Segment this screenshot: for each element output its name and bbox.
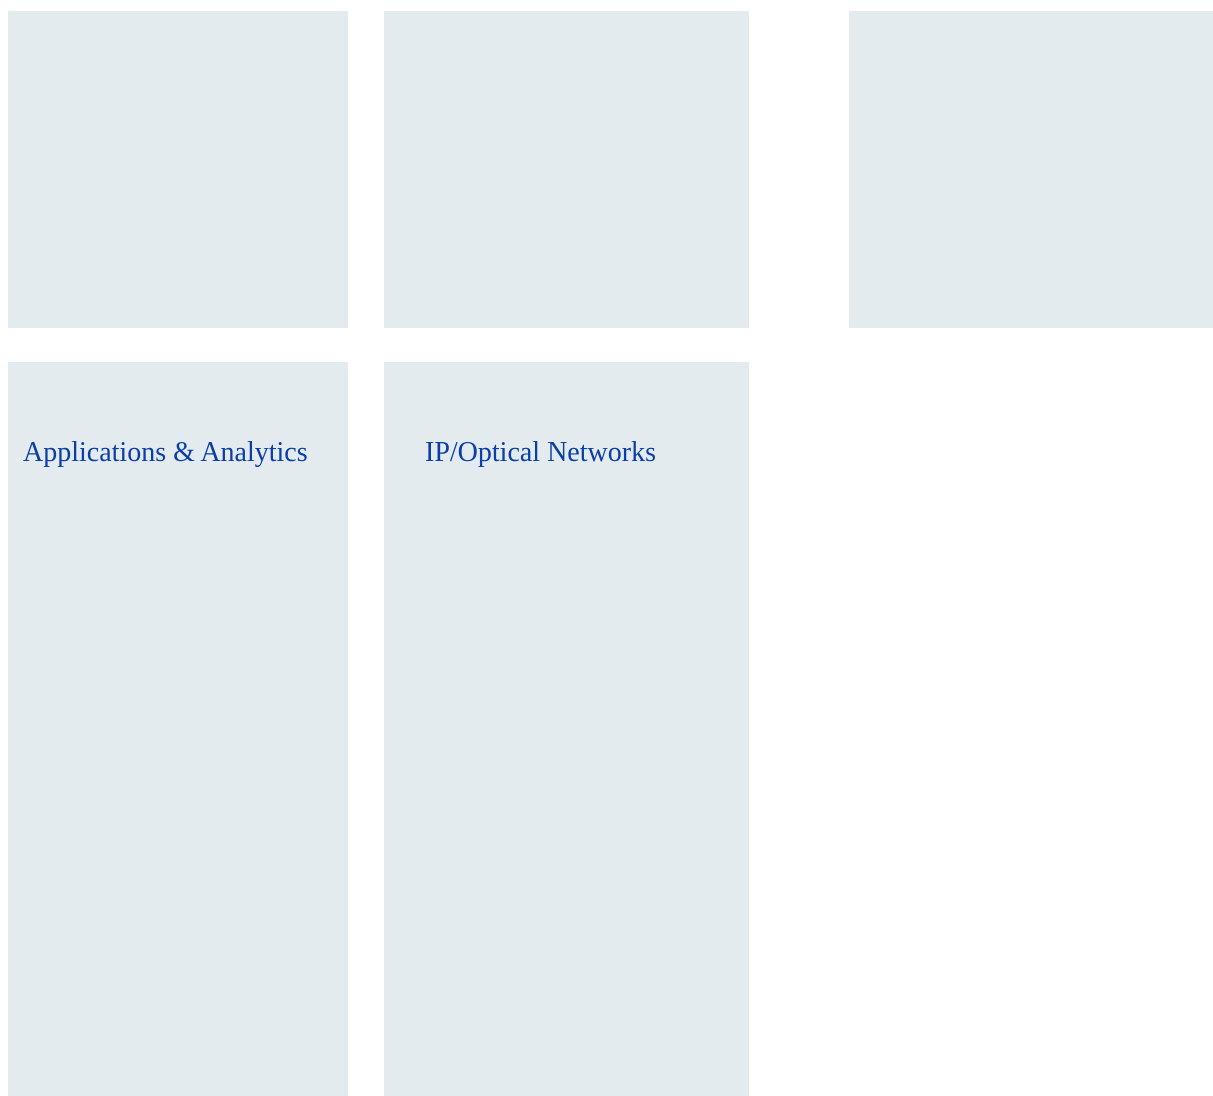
tile-top-middle[interactable] [384,11,749,328]
tile-top-right[interactable] [849,11,1213,328]
tile-title-ip-optical-networks[interactable]: IP/Optical Networks [425,418,735,488]
tile-ip-optical-networks[interactable]: IP/Optical Networks [384,362,749,1096]
tile-title-applications-analytics[interactable]: Applications & Analytics [23,418,323,488]
tile-top-left[interactable] [8,11,348,328]
tile-applications-analytics[interactable]: Applications & Analytics [8,362,348,1096]
